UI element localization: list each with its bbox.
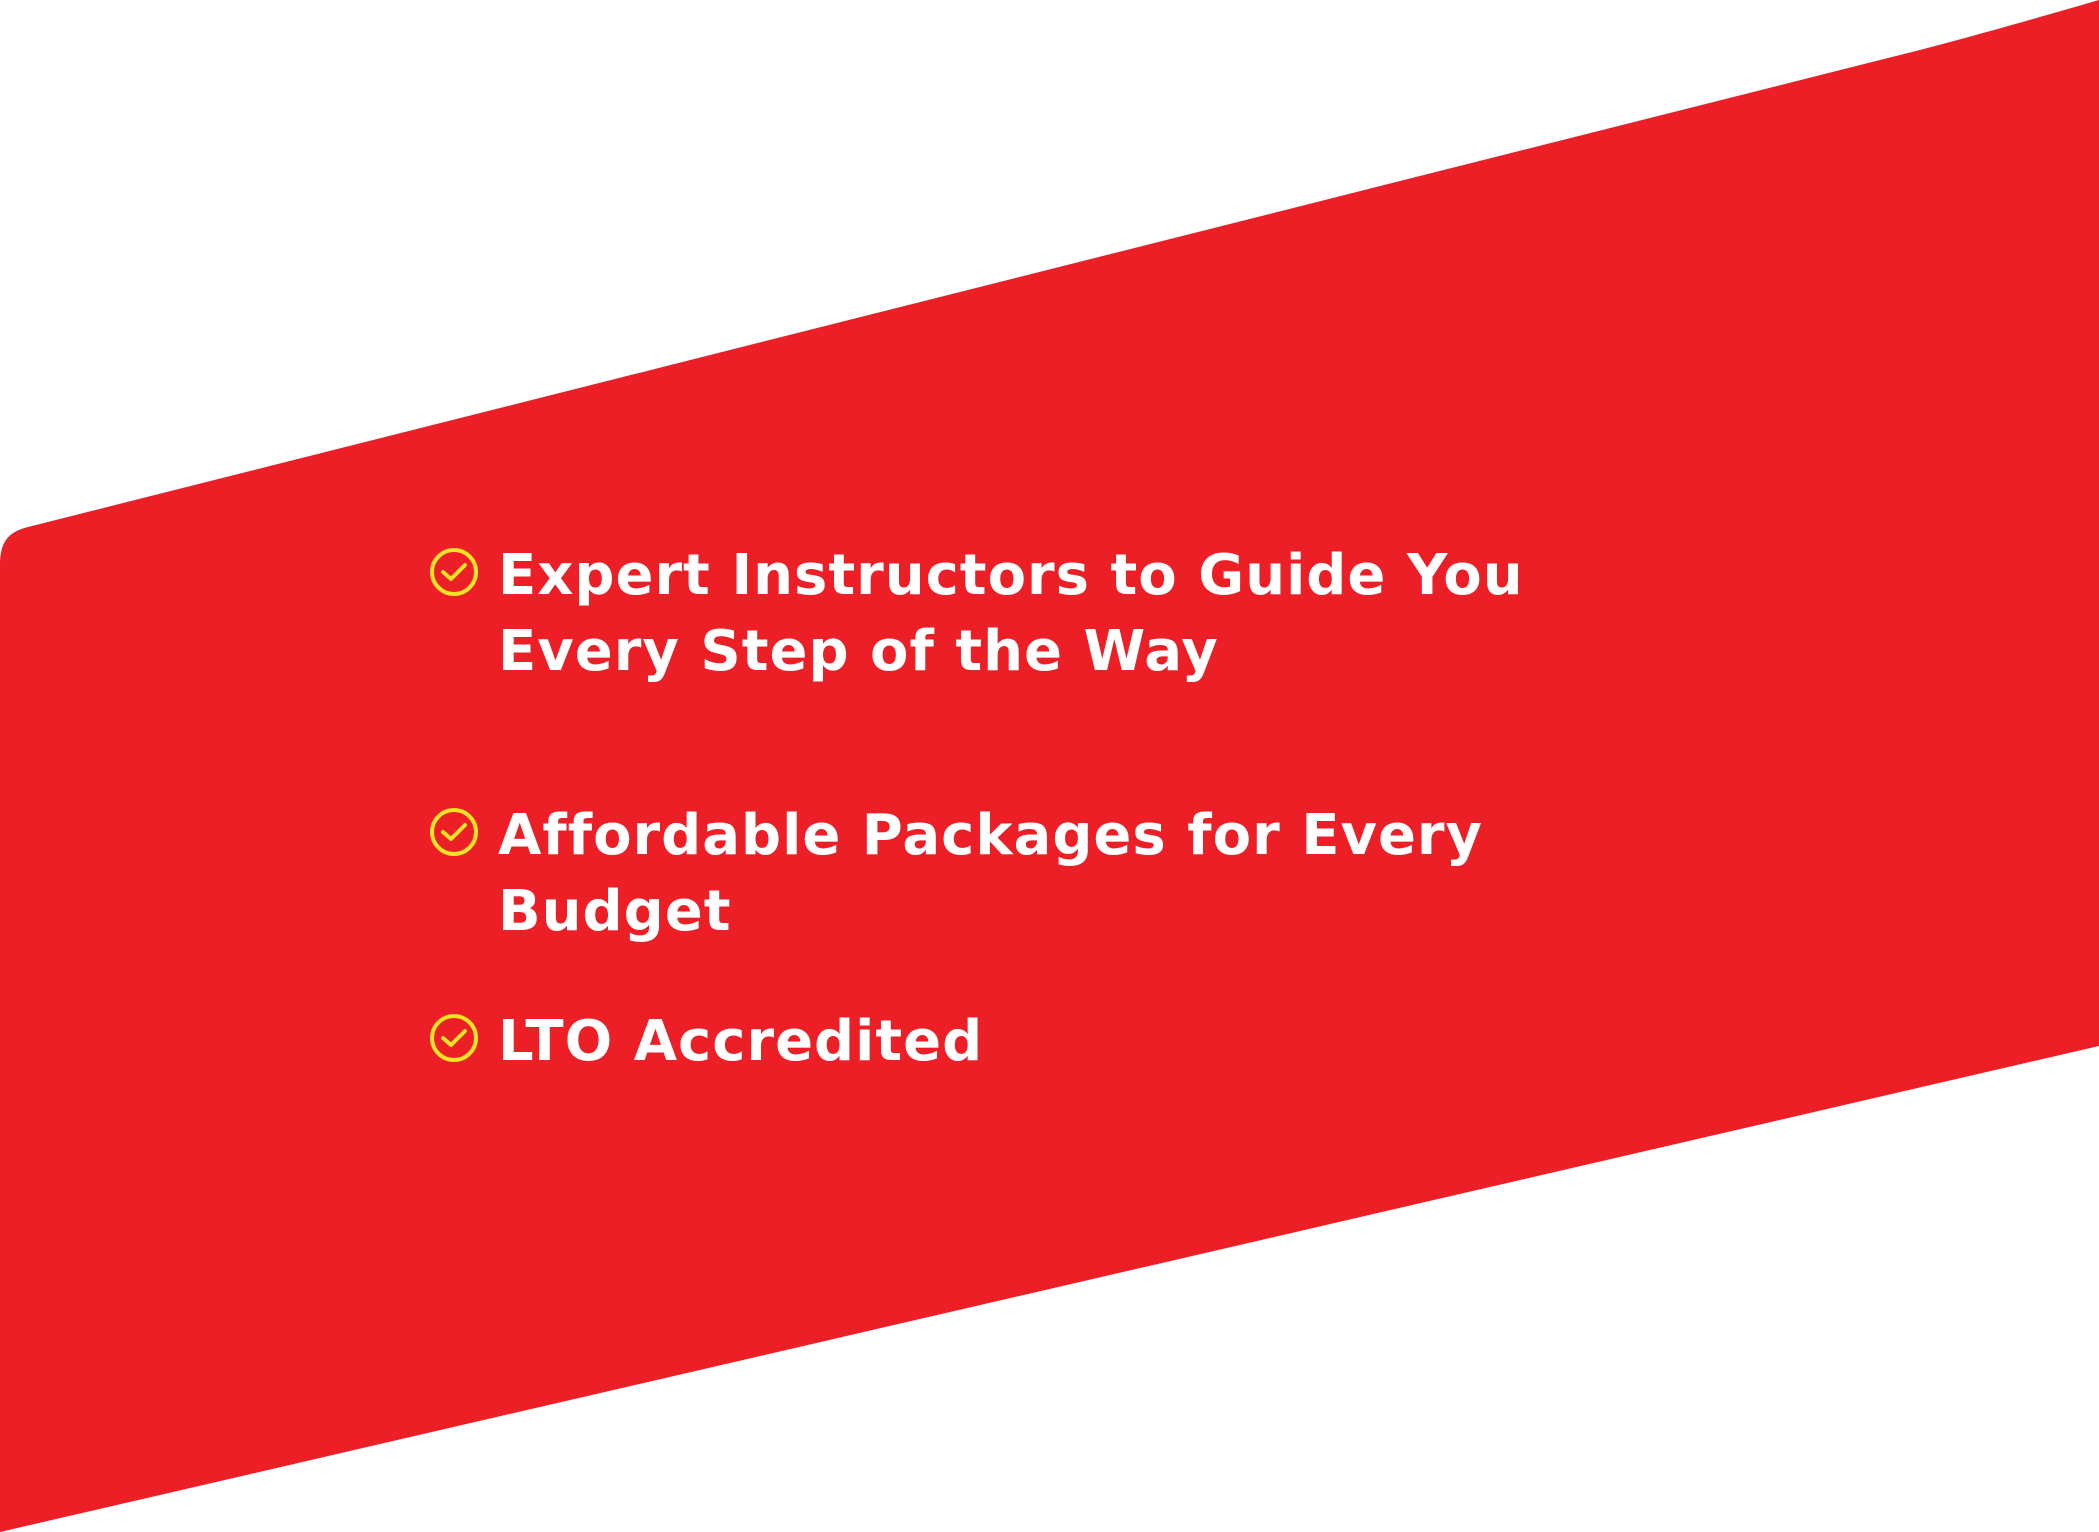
feature-label: Affordable Packages for Every Budget xyxy=(498,803,1484,944)
feature-label: Expert Instructors to Guide You Every St… xyxy=(498,543,1524,684)
feature-item-affordable-packages: Affordable Packages for Every Budget xyxy=(428,798,1498,950)
feature-list: Expert Instructors to Guide You Every St… xyxy=(428,538,1688,1080)
check-circle-icon xyxy=(430,1014,478,1062)
feature-label: LTO Accredited xyxy=(498,1009,984,1074)
check-circle-icon xyxy=(430,548,478,596)
feature-item-expert-instructors: Expert Instructors to Guide You Every St… xyxy=(428,538,1678,690)
check-circle-icon xyxy=(430,808,478,856)
feature-item-lto-accredited: LTO Accredited xyxy=(428,1004,1688,1080)
